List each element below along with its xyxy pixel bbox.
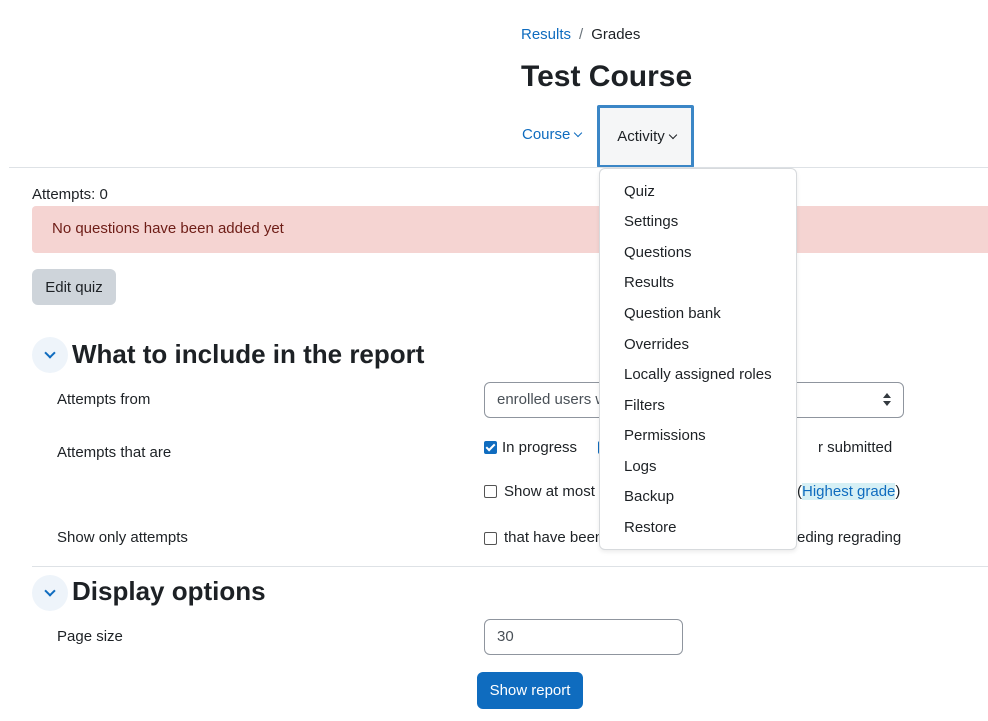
menu-item-permissions[interactable]: Permissions [600, 420, 796, 451]
collapse-display-section-toggle[interactable] [32, 575, 68, 611]
section-divider [32, 566, 988, 567]
regraded-checkbox[interactable] [484, 532, 497, 545]
in-progress-checkbox[interactable] [484, 441, 497, 454]
attempts-that-are-label: Attempts that are [57, 444, 172, 461]
course-menu-label: Course [522, 126, 571, 143]
edit-quiz-button[interactable]: Edit quiz [32, 269, 116, 305]
highest-grade-group: (Highest grade) [797, 483, 900, 500]
section-report-title: What to include in the report [72, 339, 425, 369]
menu-item-logs[interactable]: Logs [600, 451, 796, 482]
show-at-most-checkbox[interactable] [484, 485, 497, 498]
breadcrumb-current: Grades [591, 26, 641, 43]
alert-text: No questions have been added yet [52, 220, 284, 237]
show-only-attempts-label: Show only attempts [57, 529, 188, 546]
chevron-down-icon [44, 347, 56, 359]
show-report-button[interactable]: Show report [477, 672, 583, 709]
page-size-label: Page size [57, 628, 123, 645]
attempts-count: Attempts: 0 [32, 186, 108, 203]
collapse-report-section-toggle[interactable] [32, 337, 68, 373]
page-title: Test Course [521, 60, 693, 93]
page-size-input[interactable]: 30 [484, 619, 683, 655]
needing-regrading-label-tail: eding regrading [797, 529, 902, 546]
menu-item-locally-assigned-roles[interactable]: Locally assigned roles [600, 359, 796, 390]
activity-dropdown-menu: Quiz Settings Questions Results Question ban… [599, 168, 797, 550]
highest-grade-link[interactable]: Highest grade [802, 483, 896, 500]
breadcrumb-separator: / [579, 26, 584, 43]
menu-item-settings[interactable]: Settings [600, 207, 796, 238]
header-divider [9, 167, 988, 168]
menu-item-results[interactable]: Results [600, 268, 796, 299]
show-at-most-label: Show at most [504, 483, 595, 500]
paren-close: ) [895, 483, 901, 500]
menu-item-backup[interactable]: Backup [600, 481, 796, 512]
section-display-title: Display options [72, 576, 266, 606]
menu-item-question-bank[interactable]: Question bank [600, 298, 796, 329]
chevron-down-icon [668, 130, 677, 140]
activity-menu-button[interactable]: Activity [597, 105, 694, 168]
select-arrows-icon [883, 393, 891, 407]
activity-menu-label: Activity [617, 128, 665, 145]
attempts-from-value: enrolled users w [497, 391, 607, 408]
breadcrumb: Results / Grades [521, 26, 640, 43]
menu-item-filters[interactable]: Filters [600, 390, 796, 421]
course-menu-button[interactable]: Course [522, 126, 583, 143]
that-have-been-label: that have been [504, 529, 604, 546]
menu-item-questions[interactable]: Questions [600, 237, 796, 268]
menu-item-restore[interactable]: Restore [600, 512, 796, 543]
menu-item-quiz[interactable]: Quiz [600, 176, 796, 207]
chevron-down-icon [44, 585, 56, 597]
no-questions-alert: No questions have been added yet [32, 206, 988, 253]
breadcrumb-results-link[interactable]: Results [521, 26, 571, 43]
chevron-down-icon [574, 128, 583, 138]
menu-item-overrides[interactable]: Overrides [600, 329, 796, 360]
submitted-label-tail: r submitted [818, 439, 893, 456]
in-progress-label: In progress [502, 439, 578, 456]
attempts-from-label: Attempts from [57, 391, 151, 408]
